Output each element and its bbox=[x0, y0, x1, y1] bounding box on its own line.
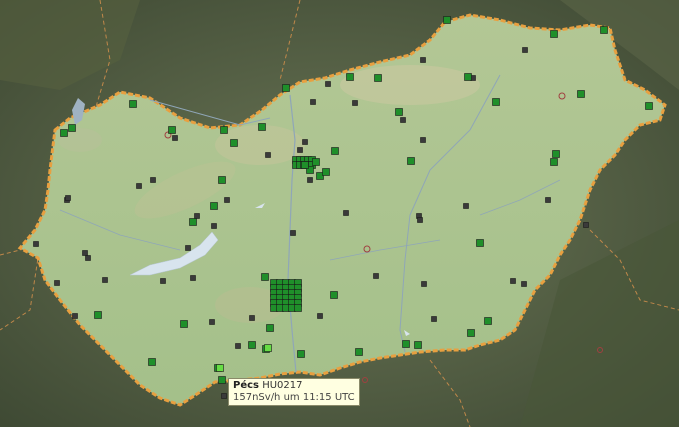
station-marker[interactable] bbox=[282, 84, 290, 92]
station-marker[interactable] bbox=[467, 329, 475, 337]
station-marker[interactable] bbox=[577, 90, 585, 98]
station-marker[interactable] bbox=[148, 358, 156, 366]
station-tooltip: Pécs HU0217 157nSv/h um 11:15 UTC bbox=[228, 378, 360, 406]
station-marker[interactable] bbox=[129, 100, 137, 108]
station-marker-inactive[interactable] bbox=[373, 273, 379, 279]
station-marker[interactable] bbox=[322, 168, 330, 176]
station-marker[interactable] bbox=[168, 126, 176, 134]
station-marker[interactable] bbox=[264, 344, 272, 352]
station-marker[interactable] bbox=[645, 102, 653, 110]
station-marker[interactable] bbox=[552, 150, 560, 158]
station-marker[interactable] bbox=[230, 139, 238, 147]
station-marker[interactable] bbox=[210, 202, 218, 210]
station-marker[interactable] bbox=[346, 73, 354, 81]
station-marker-inactive[interactable] bbox=[190, 275, 196, 281]
station-marker-inactive[interactable] bbox=[160, 278, 166, 284]
station-marker[interactable] bbox=[600, 26, 608, 34]
tooltip-station-id: HU0217 bbox=[262, 380, 303, 391]
station-marker[interactable] bbox=[464, 73, 472, 81]
station-marker-inactive[interactable] bbox=[235, 343, 241, 349]
station-marker[interactable] bbox=[297, 350, 305, 358]
station-marker[interactable] bbox=[492, 98, 500, 106]
station-marker[interactable] bbox=[407, 157, 415, 165]
station-marker-inactive[interactable] bbox=[209, 319, 215, 325]
station-marker-inactive[interactable] bbox=[185, 245, 191, 251]
station-marker[interactable] bbox=[443, 16, 451, 24]
station-marker-inactive[interactable] bbox=[65, 195, 71, 201]
radiation-map[interactable]: Pécs HU0217 157nSv/h um 11:15 UTC bbox=[0, 0, 679, 427]
station-marker[interactable] bbox=[218, 376, 226, 384]
station-marker-inactive[interactable] bbox=[194, 213, 200, 219]
station-marker-inactive[interactable] bbox=[72, 313, 78, 319]
station-marker-inactive[interactable] bbox=[310, 99, 316, 105]
station-marker[interactable] bbox=[94, 311, 102, 319]
station-marker-inactive[interactable] bbox=[150, 177, 156, 183]
station-marker[interactable] bbox=[331, 147, 339, 155]
station-marker[interactable] bbox=[374, 74, 382, 82]
station-marker[interactable] bbox=[550, 30, 558, 38]
station-marker[interactable] bbox=[395, 108, 403, 116]
station-marker-inactive[interactable] bbox=[510, 278, 516, 284]
station-marker[interactable] bbox=[216, 364, 224, 372]
station-marker[interactable] bbox=[330, 291, 338, 299]
station-marker[interactable] bbox=[60, 129, 68, 137]
station-marker[interactable] bbox=[68, 124, 76, 132]
station-marker-inactive[interactable] bbox=[352, 100, 358, 106]
station-marker-inactive[interactable] bbox=[325, 81, 331, 87]
station-marker-inactive[interactable] bbox=[211, 223, 217, 229]
station-marker-inactive[interactable] bbox=[265, 152, 271, 158]
station-marker[interactable] bbox=[476, 239, 484, 247]
station-marker-inactive[interactable] bbox=[102, 277, 108, 283]
station-marker-inactive[interactable] bbox=[307, 177, 313, 183]
station-marker-inactive[interactable] bbox=[343, 210, 349, 216]
station-marker-inactive[interactable] bbox=[136, 183, 142, 189]
station-marker[interactable] bbox=[414, 341, 422, 349]
station-marker-inactive[interactable] bbox=[420, 57, 426, 63]
station-marker-inactive[interactable] bbox=[317, 313, 323, 319]
station-marker-inactive[interactable] bbox=[297, 147, 303, 153]
station-marker-inactive[interactable] bbox=[420, 137, 426, 143]
station-marker[interactable] bbox=[266, 324, 274, 332]
station-marker[interactable] bbox=[220, 126, 228, 134]
station-marker[interactable] bbox=[312, 158, 320, 166]
station-marker[interactable] bbox=[261, 273, 269, 281]
station-marker[interactable] bbox=[355, 348, 363, 356]
station-marker-inactive[interactable] bbox=[249, 315, 255, 321]
station-marker-inactive[interactable] bbox=[302, 139, 308, 145]
station-marker-inactive[interactable] bbox=[54, 280, 60, 286]
tooltip-reading: 157nSv/h um 11:15 UTC bbox=[233, 392, 355, 403]
station-marker-inactive[interactable] bbox=[172, 135, 178, 141]
station-marker-inactive[interactable] bbox=[545, 197, 551, 203]
station-marker-inactive[interactable] bbox=[417, 217, 423, 223]
station-marker[interactable] bbox=[248, 341, 256, 349]
station-marker-inactive[interactable] bbox=[522, 47, 528, 53]
hills-central bbox=[215, 125, 305, 165]
station-marker[interactable] bbox=[550, 158, 558, 166]
station-marker-inactive[interactable] bbox=[521, 281, 527, 287]
station-marker-inactive[interactable] bbox=[421, 281, 427, 287]
tooltip-city: Pécs bbox=[233, 380, 259, 391]
station-marker-inactive[interactable] bbox=[33, 241, 39, 247]
station-marker[interactable] bbox=[189, 218, 197, 226]
station-marker[interactable] bbox=[258, 123, 266, 131]
station-marker[interactable] bbox=[180, 320, 188, 328]
station-marker[interactable] bbox=[301, 161, 309, 169]
station-marker-inactive[interactable] bbox=[224, 197, 230, 203]
station-marker-inactive[interactable] bbox=[82, 250, 88, 256]
station-marker-inactive[interactable] bbox=[431, 316, 437, 322]
map-canvas bbox=[0, 0, 679, 427]
station-marker[interactable] bbox=[218, 176, 226, 184]
hills-north bbox=[340, 65, 480, 105]
station-marker[interactable] bbox=[294, 304, 302, 312]
station-marker[interactable] bbox=[402, 340, 410, 348]
station-marker-inactive[interactable] bbox=[85, 255, 91, 261]
station-marker-inactive[interactable] bbox=[400, 117, 406, 123]
station-marker-inactive[interactable] bbox=[463, 203, 469, 209]
station-marker-inactive[interactable] bbox=[290, 230, 296, 236]
station-marker-inactive[interactable] bbox=[221, 393, 227, 399]
station-marker[interactable] bbox=[484, 317, 492, 325]
station-marker-inactive[interactable] bbox=[583, 222, 589, 228]
